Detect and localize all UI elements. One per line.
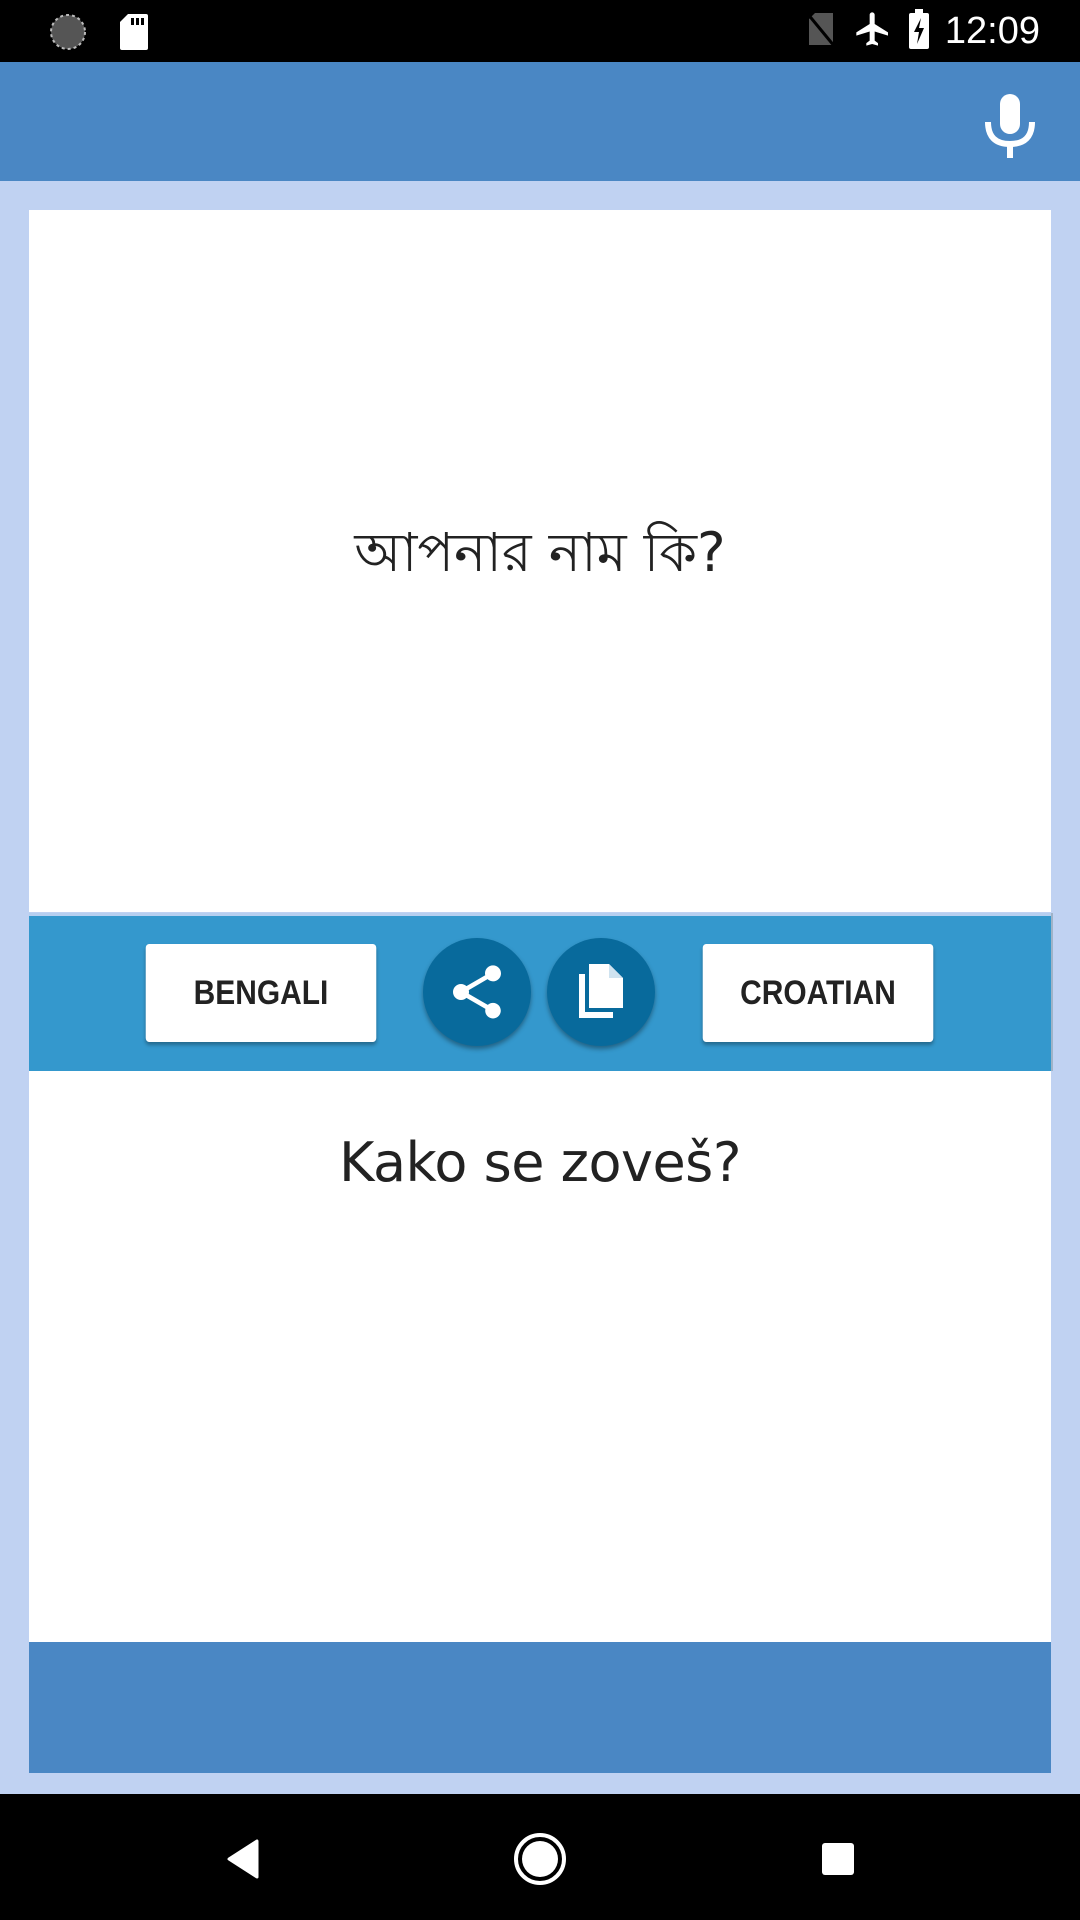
sd-card-icon xyxy=(118,12,150,56)
clock: 12:09 xyxy=(944,9,1040,52)
translated-text: Kako se zoveš? xyxy=(339,1131,741,1194)
source-text: আপনার নাম কি? xyxy=(354,521,726,584)
recents-icon xyxy=(822,1843,854,1875)
back-button[interactable] xyxy=(208,1824,278,1894)
source-language-button[interactable]: BENGALI xyxy=(145,944,377,1042)
microphone-button[interactable] xyxy=(980,90,1040,160)
home-button[interactable] xyxy=(505,1824,575,1894)
app-bar xyxy=(0,62,1080,181)
back-icon xyxy=(227,1839,259,1879)
source-text-panel[interactable]: আপনার নাম কি? xyxy=(29,210,1051,912)
battery-charging-icon xyxy=(907,8,931,54)
target-text-panel: Kako se zoveš? xyxy=(29,1071,1051,1642)
translation-toolbar: BENGALI CROATIAN xyxy=(29,913,1051,1071)
home-icon xyxy=(514,1833,566,1885)
share-button[interactable] xyxy=(423,938,531,1046)
navigation-bar xyxy=(0,1794,1080,1920)
no-sim-icon xyxy=(805,9,839,53)
share-icon xyxy=(453,965,501,1019)
copy-icon xyxy=(579,964,623,1018)
sync-icon xyxy=(48,12,88,56)
status-bar: 12:09 xyxy=(0,0,1080,62)
copy-button[interactable] xyxy=(547,938,655,1046)
recents-button[interactable] xyxy=(803,1824,873,1894)
microphone-icon xyxy=(985,94,1035,158)
airplane-mode-icon xyxy=(853,8,893,54)
ad-banner[interactable] xyxy=(29,1642,1051,1773)
target-language-button[interactable]: CROATIAN xyxy=(702,944,934,1042)
